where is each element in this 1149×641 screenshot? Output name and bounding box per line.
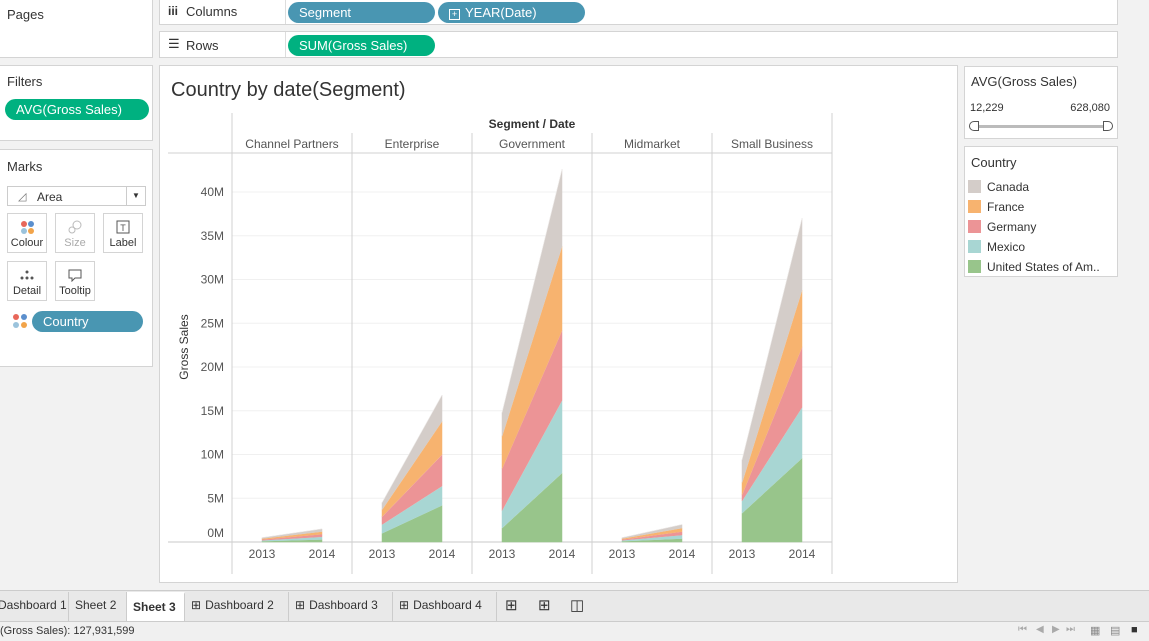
y-tick-label: 0M [207, 526, 224, 540]
legend-item-mexico[interactable]: Mexico [968, 237, 1025, 257]
legend-item-france[interactable]: France [968, 197, 1024, 217]
slider-track[interactable] [974, 125, 1108, 128]
nav-prev-icon[interactable]: ◀ [1036, 624, 1044, 635]
legend-label: France [987, 200, 1025, 214]
segment-header: Small Business [731, 137, 813, 151]
tab-label: Dashboard 2 [205, 598, 274, 612]
x-tick-label: 2013 [369, 547, 396, 561]
tab-dashboard-2[interactable]: ⊞ Dashboard 2 [185, 592, 289, 621]
nav-next-icon[interactable]: ▶ [1052, 624, 1060, 635]
x-tick-label: 2014 [549, 547, 576, 561]
y-tick-label: 30M [201, 273, 224, 287]
slider-max-handle[interactable] [1103, 121, 1113, 131]
nav-first-icon[interactable]: ⏮ [1018, 624, 1027, 635]
tab-sheet-2[interactable]: Sheet 2 [69, 592, 127, 621]
y-tick-label: 25M [201, 316, 224, 330]
new-story-icon[interactable]: ◫ [570, 596, 584, 614]
x-tick-label: 2014 [789, 547, 816, 561]
legend-item-germany[interactable]: Germany [968, 217, 1036, 237]
legend-label: Mexico [987, 240, 1026, 254]
legend-label: Germany [987, 220, 1037, 234]
segment-header: Enterprise [385, 137, 440, 151]
legend-item-usa[interactable]: United States of Am.. [968, 257, 1100, 277]
tab-view-icon[interactable]: ■ [1131, 624, 1138, 636]
legend-item-canada[interactable]: Canada [968, 177, 1029, 197]
grid-view-icon[interactable]: ▦ [1090, 624, 1100, 637]
dashboard-icon: ⊞ [191, 598, 202, 612]
legend-swatch [968, 200, 981, 213]
segment-header: Government [499, 137, 566, 151]
nav-last-icon[interactable]: ⏭ [1066, 624, 1075, 635]
tab-label: Sheet 3 [133, 600, 176, 614]
x-tick-label: 2013 [489, 547, 516, 561]
slider-min-handle[interactable] [969, 121, 979, 131]
slider-min-value: 12,229 [970, 102, 1004, 114]
tab-label: Sheet 2 [75, 598, 117, 612]
tab-label: Dashboard 4 [413, 598, 482, 612]
new-worksheet-icon[interactable]: ⊞ [505, 596, 518, 614]
tab-label: Dashboard 3 [309, 598, 378, 612]
x-tick-label: 2013 [249, 547, 276, 561]
slider-title: AVG(Gross Sales) [971, 74, 1077, 89]
segment-header: Midmarket [624, 137, 681, 151]
status-text: (Gross Sales): 127,931,599 [0, 625, 135, 637]
legend-label: Canada [987, 180, 1030, 194]
x-tick-label: 2013 [609, 547, 636, 561]
dashboard-icon: ⊞ [399, 598, 410, 612]
slider-max-value: 628,080 [1070, 102, 1110, 114]
tab-sheet-3[interactable]: Sheet 3 [127, 592, 185, 621]
gross-sales-filter-card: AVG(Gross Sales) 12,229 628,080 [964, 66, 1118, 139]
legend-swatch [968, 220, 981, 233]
y-tick-label: 20M [201, 360, 224, 374]
country-legend-card: Country Canada France Germany Mexico Uni… [964, 146, 1118, 277]
y-tick-label: 35M [201, 229, 224, 243]
dashboard-icon: ⊞ [295, 598, 306, 612]
x-tick-label: 2014 [309, 547, 336, 561]
tab-dashboard-1[interactable]: Dashboard 1 [0, 592, 69, 621]
x-tick-label: 2013 [729, 547, 756, 561]
legend-swatch [968, 260, 981, 273]
y-tick-label: 5M [207, 491, 224, 505]
y-tick-label: 10M [201, 448, 224, 462]
legend-swatch [968, 180, 981, 193]
filmstrip-view-icon[interactable]: ▤ [1110, 624, 1120, 637]
status-bar: (Gross Sales): 127,931,599 ⏮ ◀ ▶ ⏭ ▦ ▤ ■ [0, 621, 1149, 641]
x-tick-label: 2014 [429, 547, 456, 561]
legend-label: United States of Am.. [987, 260, 1100, 274]
new-dashboard-icon[interactable]: ⊞ [538, 596, 551, 614]
y-axis-label: Gross Sales [177, 314, 191, 379]
y-tick-label: 40M [201, 185, 224, 199]
column-header: Segment / Date [489, 117, 576, 131]
tab-dashboard-4[interactable]: ⊞ Dashboard 4 [393, 592, 497, 621]
segment-header: Channel Partners [245, 137, 338, 151]
tab-label: Dashboard 1 [0, 598, 67, 612]
legend-title: Country [971, 155, 1017, 170]
tab-dashboard-3[interactable]: ⊞ Dashboard 3 [289, 592, 393, 621]
y-tick-label: 15M [201, 404, 224, 418]
x-tick-label: 2014 [669, 547, 696, 561]
legend-swatch [968, 240, 981, 253]
